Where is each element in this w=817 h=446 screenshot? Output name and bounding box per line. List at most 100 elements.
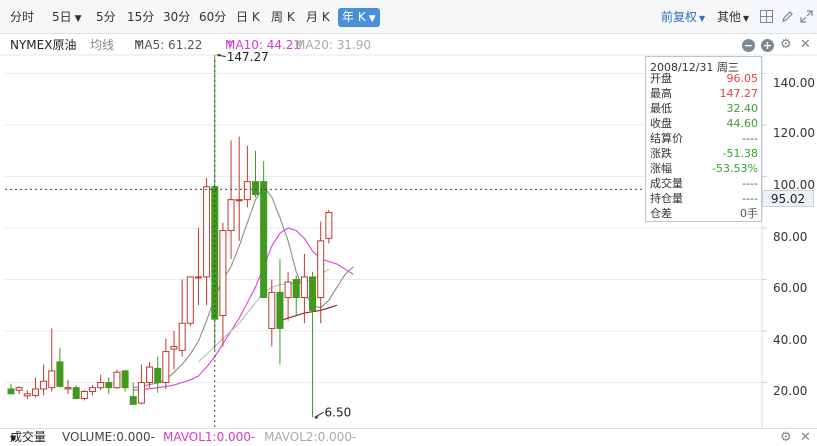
- candle-body-up: [137, 382, 145, 404]
- info-row-settle: 结算价 ----: [646, 131, 761, 146]
- candle: [121, 369, 129, 392]
- info-label: 持仓量: [650, 192, 683, 205]
- info-value: 96.05: [726, 72, 759, 85]
- info-value: ----: [742, 177, 758, 190]
- candle: [276, 258, 284, 365]
- candle-body-up: [219, 230, 227, 317]
- volume-value: VOLUME:0.000-: [62, 430, 155, 444]
- candle: [48, 328, 56, 392]
- y-tick-label: 140.00: [773, 76, 815, 90]
- info-label: 最高: [650, 87, 672, 100]
- info-label: 涨跌: [650, 147, 672, 160]
- candle-body-up: [235, 199, 243, 202]
- candle-body-up: [194, 276, 202, 279]
- candle: [105, 377, 113, 395]
- candle-body-up: [268, 291, 276, 329]
- candle: [7, 383, 15, 395]
- info-label: 涨幅: [650, 162, 672, 175]
- info-label: 仓差: [650, 207, 672, 220]
- candle-body-up: [325, 212, 333, 239]
- info-row-close: 收盘 44.60: [646, 116, 761, 131]
- candle-body-down: [7, 388, 15, 395]
- info-value: -53.53%: [712, 162, 758, 175]
- price-annotation: 147.27: [216, 50, 269, 64]
- annotation-label: 147.27: [227, 50, 269, 64]
- candle-body-up: [186, 276, 194, 324]
- candle: [137, 364, 145, 405]
- info-value: 44.60: [726, 117, 759, 130]
- annotation-arrow: [314, 411, 324, 418]
- candle-body-down: [154, 367, 162, 383]
- candle: [219, 222, 227, 347]
- info-row-volume: 成交量 ----: [646, 176, 761, 191]
- candle-body-up: [178, 322, 186, 351]
- info-row-oi-change: 仓差 0手: [646, 206, 761, 221]
- candle-body-up: [97, 382, 105, 389]
- candle: [325, 209, 333, 244]
- close-icon[interactable]: ✕: [800, 431, 811, 444]
- crosshair-price-badge: 95.02: [762, 190, 814, 207]
- y-tick-label: 120.00: [773, 126, 815, 140]
- candle: [186, 276, 194, 326]
- candle-body-up: [31, 388, 39, 396]
- candle: [97, 374, 105, 391]
- candle: [56, 347, 64, 388]
- info-value: -51.38: [722, 147, 758, 160]
- info-row-change: 涨跌 -51.38: [646, 146, 761, 161]
- y-tick-label: 80.00: [773, 230, 808, 244]
- candle: [227, 140, 235, 259]
- info-label: 成交量: [650, 177, 683, 190]
- candle-body-down: [56, 361, 64, 387]
- candle: [194, 228, 202, 306]
- info-value: ----: [742, 192, 758, 205]
- info-row-low: 最低 32.40: [646, 101, 761, 116]
- candle-body-down: [121, 370, 129, 389]
- candle: [292, 275, 300, 316]
- candle-body-up: [162, 351, 170, 384]
- candle-body-up: [170, 345, 178, 350]
- candle: [260, 161, 268, 299]
- info-row-pct: 涨幅 -53.53%: [646, 161, 761, 176]
- y-tick-label: 40.00: [773, 333, 808, 347]
- candle-body-up: [48, 370, 56, 389]
- candle-body-up: [80, 391, 88, 399]
- candle-body-up: [113, 371, 121, 389]
- info-row-open: 开盘 96.05: [646, 71, 761, 86]
- volume-title[interactable]: 成交量 ▼: [10, 429, 46, 446]
- ohlc-info-box: 2008/12/31 周三 开盘 96.05 最高 147.27 最低 32.40 收…: [645, 56, 762, 222]
- info-label: 收盘: [650, 117, 672, 130]
- candle-body-up: [243, 181, 251, 201]
- info-label: 最低: [650, 102, 672, 115]
- y-tick-label: 60.00: [773, 281, 808, 295]
- candle: [252, 150, 259, 198]
- candle-body-down: [276, 291, 284, 329]
- candle-body-up: [300, 276, 308, 299]
- candle: [80, 390, 88, 401]
- candle: [317, 221, 325, 324]
- candle: [309, 271, 317, 418]
- volume-legend: 成交量 ▼ VOLUME:0.000- MAVOL1:0.000- MAVOL2…: [0, 428, 817, 446]
- candle-body-up: [40, 380, 48, 390]
- candle-body-up: [284, 281, 292, 299]
- candle: [89, 385, 96, 396]
- candle: [235, 136, 243, 241]
- info-value: 147.27: [719, 87, 759, 100]
- candle: [268, 279, 276, 347]
- candle-body-down: [309, 276, 317, 311]
- candle-body-down: [252, 181, 259, 196]
- candle-body-up: [227, 199, 235, 232]
- volume-title-text: 成交量: [10, 430, 47, 444]
- gear-icon[interactable]: ⚙: [780, 431, 792, 444]
- candle: [170, 331, 178, 370]
- info-label: 结算价: [650, 132, 683, 145]
- mavol1-value: MAVOL1:0.000-: [163, 430, 256, 444]
- info-label: 开盘: [650, 72, 672, 85]
- candle-body-up: [317, 240, 325, 299]
- candle-body-down: [72, 387, 80, 399]
- candle-body-down: [292, 279, 300, 299]
- candle: [15, 386, 23, 395]
- candle: [31, 377, 39, 398]
- candle-body-up: [64, 387, 72, 390]
- mavol2-value: MAVOL2:0.000-: [264, 430, 357, 444]
- annotation-label: 6.50: [325, 405, 352, 419]
